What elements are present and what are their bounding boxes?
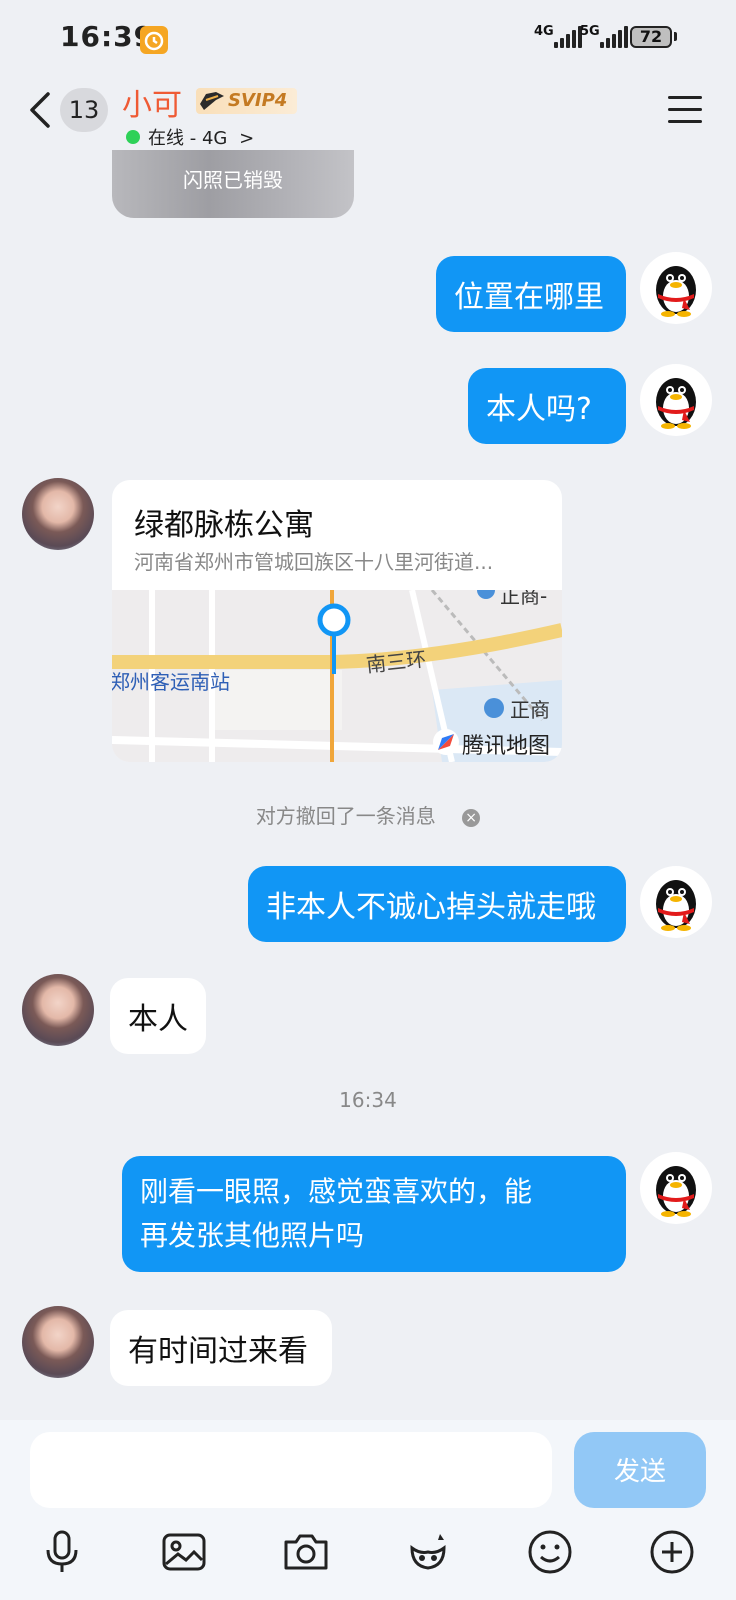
message-bubble-received[interactable]: 本人 bbox=[110, 978, 206, 1054]
plus-icon[interactable] bbox=[648, 1528, 696, 1576]
message-input[interactable] bbox=[30, 1432, 552, 1508]
map-station-label: 郑州客运南站 bbox=[112, 670, 230, 694]
emoji-icon[interactable] bbox=[526, 1528, 574, 1576]
message-bubble-sent[interactable]: 非本人不诚心掉头就走哦 bbox=[248, 866, 626, 942]
signal-icon bbox=[540, 26, 582, 48]
unread-count-badge[interactable]: 13 bbox=[60, 88, 108, 132]
my-avatar[interactable] bbox=[640, 1152, 712, 1224]
contact-avatar[interactable] bbox=[22, 478, 94, 550]
vip-crown-icon bbox=[196, 86, 228, 120]
message-line: 刚看一眼照，感觉蛮喜欢的，能 bbox=[140, 1175, 533, 1208]
recalled-text: 对方撤回了一条消息 bbox=[255, 804, 436, 828]
flash-photo-text: 闪照已销毁 bbox=[183, 168, 283, 192]
contact-avatar[interactable] bbox=[22, 974, 94, 1046]
my-avatar[interactable] bbox=[640, 866, 712, 938]
recalled-notice: 对方撤回了一条消息 × bbox=[0, 800, 736, 829]
battery-tip bbox=[674, 32, 677, 41]
map-poi-label: 正商- bbox=[500, 590, 548, 608]
location-card[interactable]: 绿都脉栋公寓 河南省郑州市管城回族区十八里河街道... 南三环 郑州客运南站 正… bbox=[112, 480, 562, 762]
location-address: 河南省郑州市管城回族区十八里河街道... bbox=[134, 550, 494, 574]
close-icon[interactable]: × bbox=[462, 808, 481, 827]
location-name: 绿都脉栋公寓 bbox=[134, 508, 314, 543]
online-status-text: 在线 - 4G bbox=[148, 128, 228, 149]
battery-indicator: 72 bbox=[630, 26, 672, 48]
menu-icon[interactable] bbox=[668, 96, 702, 124]
message-bubble-sent[interactable]: 位置在哪里 bbox=[436, 256, 626, 332]
camera-icon[interactable] bbox=[282, 1528, 330, 1576]
send-button[interactable]: 发送 bbox=[574, 1432, 706, 1508]
signal-icon bbox=[586, 26, 628, 48]
message-line: 再发张其他照片吗 bbox=[140, 1219, 365, 1252]
back-arrow-icon[interactable] bbox=[26, 90, 56, 130]
image-icon[interactable] bbox=[160, 1528, 208, 1576]
contact-name[interactable]: 小可 bbox=[122, 80, 182, 124]
map-brand-label: 腾讯地图 bbox=[462, 734, 551, 759]
online-status[interactable]: 在线 - 4G > bbox=[148, 124, 254, 150]
message-timestamp: 16:34 bbox=[339, 1088, 397, 1112]
online-dot bbox=[126, 130, 140, 144]
message-bubble-sent[interactable]: 本人吗? bbox=[468, 368, 626, 444]
location-map[interactable]: 南三环 郑州客运南站 正商 正商- 腾讯地图 bbox=[112, 590, 562, 762]
microphone-icon[interactable] bbox=[38, 1528, 86, 1576]
flash-photo-message[interactable]: 闪照已销毁 bbox=[112, 150, 354, 218]
alarm-clock-icon bbox=[140, 26, 168, 54]
message-bubble-sent[interactable]: 刚看一眼照，感觉蛮喜欢的，能 再发张其他照片吗 bbox=[122, 1156, 626, 1272]
map-poi-label: 正商 bbox=[510, 698, 550, 722]
hongbao-icon[interactable] bbox=[404, 1528, 452, 1576]
message-bubble-received[interactable]: 有时间过来看 bbox=[110, 1310, 332, 1386]
my-avatar[interactable] bbox=[640, 364, 712, 436]
my-avatar[interactable] bbox=[640, 252, 712, 324]
chevron-right-icon: > bbox=[239, 128, 255, 149]
contact-avatar[interactable] bbox=[22, 1306, 94, 1378]
